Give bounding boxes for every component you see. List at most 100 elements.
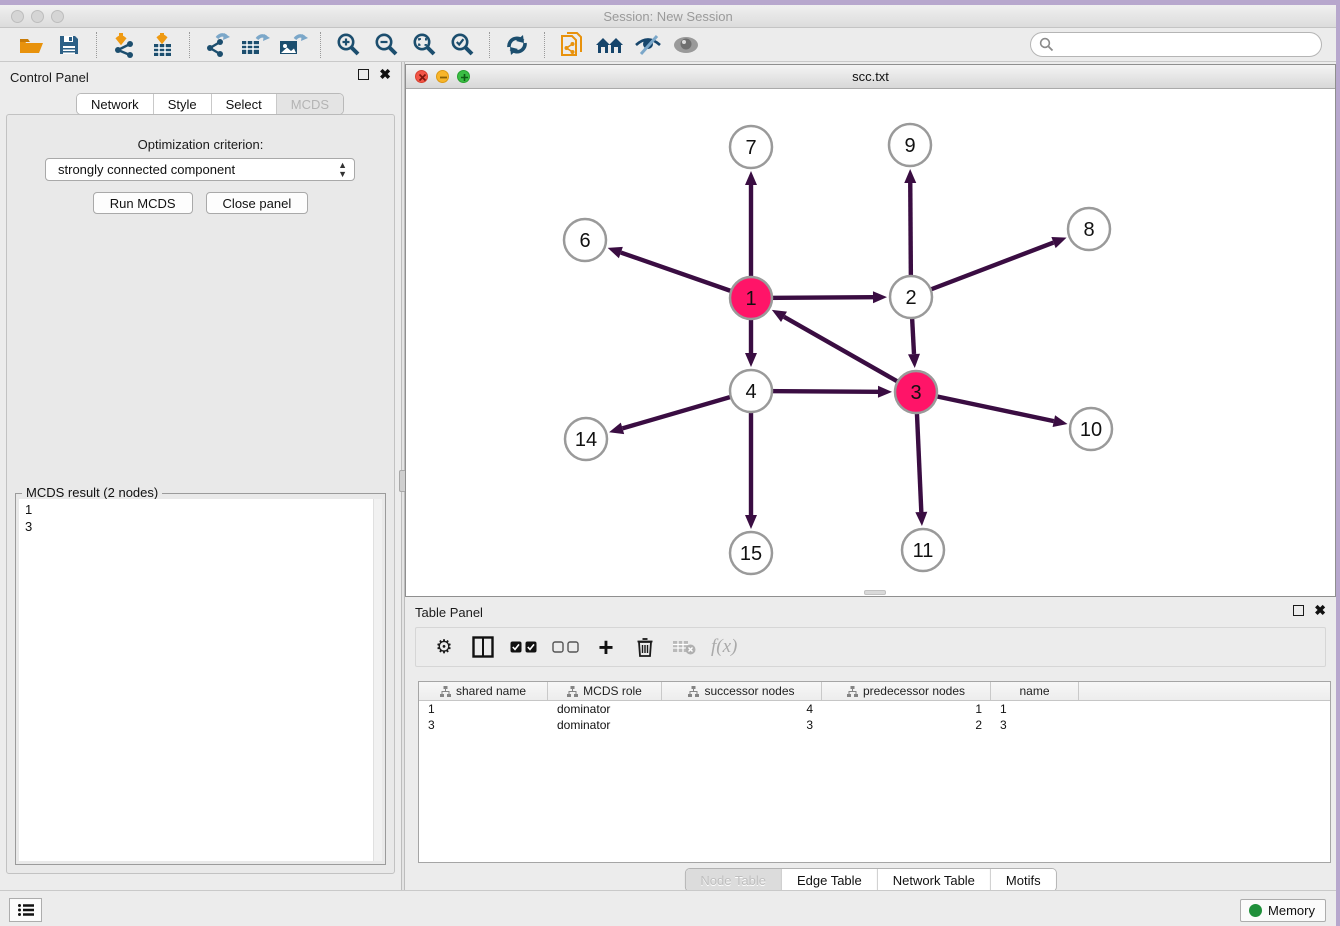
table-row[interactable]: 3dominator323 (419, 717, 1330, 733)
tab-style[interactable]: Style (154, 94, 212, 114)
float-panel-icon[interactable] (358, 69, 369, 80)
zoom-fit-icon[interactable] (409, 31, 439, 59)
tab-select[interactable]: Select (212, 94, 277, 114)
criterion-dropdown[interactable]: strongly connected component ▲▼ (45, 158, 355, 181)
close-table-panel-icon[interactable]: ✖ (1314, 605, 1326, 616)
float-table-panel-icon[interactable] (1293, 605, 1304, 616)
quick-search-field[interactable] (1030, 32, 1322, 57)
search-input[interactable] (1054, 35, 1321, 55)
first-neighbors-icon[interactable] (595, 31, 625, 59)
export-image-icon[interactable] (278, 31, 308, 59)
tab-mcds[interactable]: MCDS (277, 94, 343, 114)
close-panel-icon[interactable]: ✖ (379, 69, 391, 80)
function-builder-icon[interactable]: f(x) (711, 634, 737, 660)
edge-3-1[interactable] (784, 317, 916, 392)
column-tree-icon (688, 686, 699, 697)
control-panel: Control Panel ✖ NetworkStyleSelectMCDS O… (0, 62, 401, 895)
tab-edge-table[interactable]: Edge Table (782, 869, 878, 891)
edge-arrow-2-3 (908, 354, 920, 368)
export-table-icon[interactable] (240, 31, 270, 59)
cell-r1-MCDS-role[interactable]: dominator (548, 717, 662, 733)
cell-r1-shared-name[interactable]: 3 (419, 717, 548, 733)
dropdown-stepper-icon: ▲▼ (338, 161, 347, 179)
graph-node-label-2: 2 (905, 287, 916, 309)
column-header-label: shared name (456, 684, 526, 698)
run-mcds-button[interactable]: Run MCDS (93, 192, 193, 214)
titlebar[interactable]: Session: New Session (0, 5, 1336, 28)
cytoscape-window: Session: New Session (0, 5, 1336, 926)
graph-node-label-14: 14 (575, 429, 597, 451)
memory-status-icon (1249, 904, 1262, 917)
graph-node-label-6: 6 (579, 230, 590, 252)
cell-r1-predecessor-nodes[interactable]: 2 (822, 717, 991, 733)
memory-label: Memory (1268, 903, 1315, 918)
edge-2-8[interactable] (911, 243, 1054, 297)
graph-node-label-1: 1 (745, 288, 756, 310)
tab-node-table[interactable]: Node Table (685, 869, 782, 891)
canvas-scroll-thumb[interactable] (864, 590, 886, 595)
select-all-icon[interactable] (510, 634, 537, 660)
control-panel-tabbar: NetworkStyleSelectMCDS (76, 93, 344, 115)
show-panel-list-button[interactable] (9, 898, 42, 922)
zoom-selected-icon[interactable] (447, 31, 477, 59)
memory-button[interactable]: Memory (1240, 899, 1326, 922)
import-network-icon[interactable] (109, 31, 139, 59)
cell-r0-predecessor-nodes[interactable]: 1 (822, 701, 991, 717)
toolbar-separator (96, 32, 97, 58)
app-window: Session: New Session (0, 0, 1340, 926)
save-session-icon[interactable] (54, 31, 84, 59)
hide-selected-icon[interactable] (633, 31, 663, 59)
column-header-label: name (1019, 684, 1049, 698)
mcds-result-title: MCDS result (2 nodes) (22, 485, 162, 500)
zoom-out-icon[interactable] (371, 31, 401, 59)
close-panel-button[interactable]: Close panel (206, 192, 309, 214)
cell-r0-shared-name[interactable]: 1 (419, 701, 548, 717)
column-header-label: successor nodes (704, 684, 794, 698)
column-header-shared-name[interactable]: shared name (419, 682, 548, 700)
result-scrollbar[interactable] (373, 499, 382, 861)
deselect-all-icon[interactable] (552, 634, 579, 660)
tab-network-table[interactable]: Network Table (878, 869, 991, 891)
column-header-MCDS-role[interactable]: MCDS role (548, 682, 662, 700)
column-header-label: predecessor nodes (863, 684, 965, 698)
main-toolbar (0, 28, 1336, 62)
export-network-icon[interactable] (202, 31, 232, 59)
network-graph[interactable]: 7968124314101511 (406, 89, 1335, 596)
window-title: Session: New Session (0, 9, 1336, 24)
network-title: scc.txt (406, 69, 1335, 84)
column-tree-icon (847, 686, 858, 697)
edge-arrow-1-6 (608, 247, 623, 258)
tab-motifs[interactable]: Motifs (991, 869, 1056, 891)
import-table-icon[interactable] (147, 31, 177, 59)
cell-r0-successor-nodes[interactable]: 4 (662, 701, 822, 717)
network-frame-titlebar[interactable]: scc.txt (406, 65, 1335, 89)
refresh-icon[interactable] (502, 31, 532, 59)
settings-gear-icon[interactable]: ⚙ (432, 634, 456, 660)
criterion-value: strongly connected component (58, 162, 235, 177)
table-row[interactable]: 1dominator411 (419, 701, 1330, 717)
cell-r1-name[interactable]: 3 (991, 717, 1079, 733)
cell-r0-name[interactable]: 1 (991, 701, 1079, 717)
column-header-label: MCDS role (583, 684, 642, 698)
column-layout-icon[interactable] (471, 634, 495, 660)
mcds-result-text[interactable]: 1 3 (19, 499, 373, 861)
delete-column-icon[interactable] (633, 634, 657, 660)
network-frame: scc.txt 7968124314101511 (405, 64, 1336, 597)
column-header-name[interactable]: name (991, 682, 1079, 700)
column-header-successor-nodes[interactable]: successor nodes (662, 682, 822, 700)
copy-network-icon[interactable] (557, 31, 587, 59)
zoom-in-icon[interactable] (333, 31, 363, 59)
list-icon (17, 903, 35, 917)
mcds-panel: Optimization criterion: strongly connect… (6, 114, 395, 874)
network-canvas[interactable]: 7968124314101511 (406, 89, 1335, 596)
open-session-icon[interactable] (16, 31, 46, 59)
show-all-icon[interactable] (671, 31, 701, 59)
edge-arrow-4-14 (609, 423, 624, 435)
column-header-predecessor-nodes[interactable]: predecessor nodes (822, 682, 991, 700)
add-column-icon[interactable]: + (594, 634, 618, 660)
cell-r0-MCDS-role[interactable]: dominator (548, 701, 662, 717)
delete-table-icon[interactable] (672, 634, 696, 660)
tab-network[interactable]: Network (77, 94, 154, 114)
node-table: shared name MCDS role successor nodes prede… (418, 681, 1331, 863)
cell-r1-successor-nodes[interactable]: 3 (662, 717, 822, 733)
